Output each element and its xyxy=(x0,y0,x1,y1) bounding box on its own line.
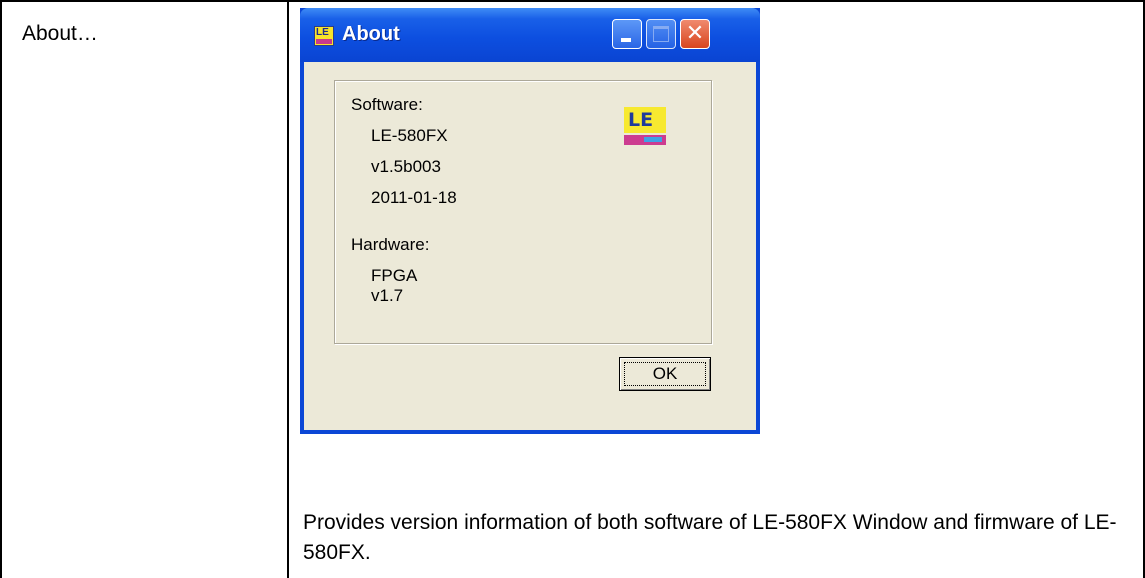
maximize-icon xyxy=(653,26,669,42)
dialog-client-area: Software: LE-580FX v1.5b003 2011-01-18 H… xyxy=(304,62,756,430)
window-title: About xyxy=(342,23,400,45)
logo-top: LE xyxy=(624,107,666,133)
about-dialog: LE About ✕ Software: LE-580FX v1.5b003 2… xyxy=(300,8,760,434)
close-button[interactable]: ✕ xyxy=(680,19,710,49)
software-date: 2011-01-18 xyxy=(371,188,457,207)
maximize-button[interactable] xyxy=(646,19,676,49)
title-bar[interactable]: LE About ✕ xyxy=(300,8,760,62)
le-app-icon: LE xyxy=(314,26,334,46)
description-text: Provides version information of both sof… xyxy=(303,511,1117,564)
software-name: LE-580FX xyxy=(371,126,448,145)
logo-bottom xyxy=(624,135,666,145)
menu-item-label: About… xyxy=(22,22,98,45)
software-version: v1.5b003 xyxy=(371,157,441,176)
hardware-name: FPGA xyxy=(371,266,418,285)
app-icon-bar xyxy=(316,39,332,44)
table-column-divider xyxy=(287,0,289,578)
minimize-button[interactable] xyxy=(612,19,642,49)
ok-label: OK xyxy=(652,364,678,383)
version-info-groupbox: Software: LE-580FX v1.5b003 2011-01-18 H… xyxy=(334,80,712,344)
hardware-version: v1.7 xyxy=(371,286,404,305)
ok-button[interactable]: OK xyxy=(619,357,711,391)
software-label: Software: xyxy=(351,95,423,114)
table-top-border xyxy=(0,0,1145,2)
minimize-icon xyxy=(621,38,631,42)
le-logo: LE xyxy=(624,107,666,153)
logo-text: LE xyxy=(628,109,654,131)
table-left-border xyxy=(0,0,2,578)
app-icon-text: LE xyxy=(316,27,329,38)
close-icon: ✕ xyxy=(685,21,705,46)
hardware-label: Hardware: xyxy=(351,235,430,254)
